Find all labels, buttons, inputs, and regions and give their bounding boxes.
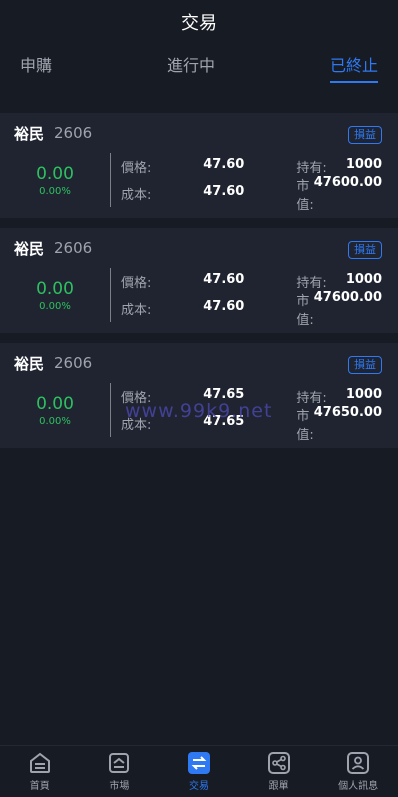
- watermark: www.99k9.net: [125, 400, 273, 422]
- market-value-label: 市值:: [296, 408, 314, 443]
- pnl-percent: 0.00%: [39, 185, 71, 197]
- stock-code: 2606: [54, 354, 93, 372]
- position-card[interactable]: 裕民 2606 損益 0.00 0.00% 價格: 47.60 持有: 1000: [0, 228, 398, 333]
- price-value: 47.60: [203, 157, 245, 172]
- card-body: 0.00 0.00% 價格: 47.60 持有: 1000 成本: 47.60: [14, 153, 384, 213]
- card-header: 裕民 2606: [14, 343, 384, 383]
- nav-trade-label: 交易: [188, 781, 209, 792]
- nav-profile[interactable]: 個人訊息: [323, 751, 393, 792]
- market-value-label: 市值:: [296, 293, 314, 328]
- hold-label: 持有:: [296, 391, 327, 406]
- position-list: 裕民 2606 損益 0.00 0.00% 價格: 47.60 持有: 1000: [0, 113, 398, 448]
- pnl-block: 0.00 0.00%: [0, 383, 110, 437]
- market-value: 47650.00: [313, 404, 382, 420]
- cost-label: 成本:: [121, 303, 152, 318]
- stock-name: 裕民: [14, 354, 45, 373]
- nav-profile-label: 個人訊息: [338, 781, 379, 792]
- hold-value: 1000: [345, 272, 382, 287]
- price-value: 47.60: [203, 272, 245, 287]
- cost-value: 47.60: [203, 184, 245, 199]
- detail-grid: 價格: 47.60 持有: 1000 成本: 47.60 市值: 47600.0…: [111, 153, 384, 213]
- pnl-value: 0.00: [36, 163, 74, 184]
- pnl-badge[interactable]: 損益: [348, 356, 382, 374]
- home-icon: [29, 752, 50, 773]
- tab-bar: 申購 進行中 已終止: [0, 44, 398, 88]
- position-card[interactable]: 裕民 2606 損益 0.00 0.00% 價格: 47.65 持有: 1000: [0, 343, 398, 448]
- cost-row: 成本: 47.60: [121, 184, 246, 203]
- hold-value: 1000: [345, 157, 382, 172]
- cost-label: 成本:: [121, 188, 152, 203]
- pnl-percent: 0.00%: [39, 415, 71, 427]
- nav-market[interactable]: 市場: [84, 751, 154, 792]
- pnl-badge[interactable]: 損益: [348, 241, 382, 259]
- market-value: 47600.00: [313, 289, 382, 305]
- hold-row: 持有: 1000: [246, 272, 384, 291]
- tab-subscribe[interactable]: 申購: [20, 52, 52, 80]
- market-value: 47600.00: [313, 174, 382, 190]
- card-body: 0.00 0.00% 價格: 47.60 持有: 1000 成本: 47.60: [14, 268, 384, 328]
- position-card[interactable]: 裕民 2606 損益 0.00 0.00% 價格: 47.60 持有: 1000: [0, 113, 398, 218]
- hold-label: 持有:: [296, 161, 327, 176]
- stock-code: 2606: [54, 124, 93, 142]
- market-value-label: 市值:: [296, 178, 314, 213]
- profile-icon: [347, 752, 370, 774]
- market-value-row: 市值: 47600.00: [246, 290, 384, 328]
- price-row: 價格: 47.60: [121, 157, 246, 176]
- pnl-percent: 0.00%: [39, 300, 71, 312]
- nav-follow[interactable]: 跟單: [244, 751, 314, 792]
- stock-code: 2606: [54, 239, 93, 257]
- pnl-block: 0.00 0.00%: [0, 153, 110, 207]
- price-label: 價格:: [121, 161, 152, 176]
- exchange-icon: [187, 752, 210, 774]
- hold-label: 持有:: [296, 276, 327, 291]
- pnl-value: 0.00: [36, 278, 74, 299]
- card-header: 裕民 2606: [14, 228, 384, 268]
- bottom-nav: 首頁 市場 交易 跟單 個人訊息: [0, 745, 398, 797]
- stock-name: 裕民: [14, 124, 45, 143]
- cost-row: 成本: 47.60: [121, 299, 246, 318]
- hold-value: 1000: [345, 387, 382, 402]
- nav-home-label: 首頁: [29, 781, 50, 792]
- pnl-value: 0.00: [36, 393, 74, 414]
- tab-in-progress[interactable]: 進行中: [167, 52, 215, 80]
- share-icon: [267, 752, 290, 774]
- pnl-badge[interactable]: 損益: [348, 126, 382, 144]
- nav-market-label: 市場: [109, 781, 130, 792]
- nav-trade[interactable]: 交易: [164, 751, 234, 792]
- hold-row: 持有: 1000: [246, 157, 384, 176]
- detail-grid: 價格: 47.60 持有: 1000 成本: 47.60 市值: 47600.0…: [111, 268, 384, 328]
- price-label: 價格:: [121, 276, 152, 291]
- card-header: 裕民 2606: [14, 113, 384, 153]
- pnl-block: 0.00 0.00%: [0, 268, 110, 322]
- cost-value: 47.60: [203, 299, 245, 314]
- tab-terminated[interactable]: 已終止: [329, 52, 378, 83]
- market-icon: [109, 753, 130, 773]
- price-row: 價格: 47.60: [121, 272, 246, 291]
- nav-home[interactable]: 首頁: [5, 751, 75, 792]
- page-header: 交易: [0, 0, 398, 44]
- page-title: 交易: [181, 13, 217, 34]
- nav-follow-label: 跟單: [268, 781, 289, 792]
- stock-name: 裕民: [14, 239, 45, 258]
- market-value-row: 市值: 47600.00: [246, 175, 384, 213]
